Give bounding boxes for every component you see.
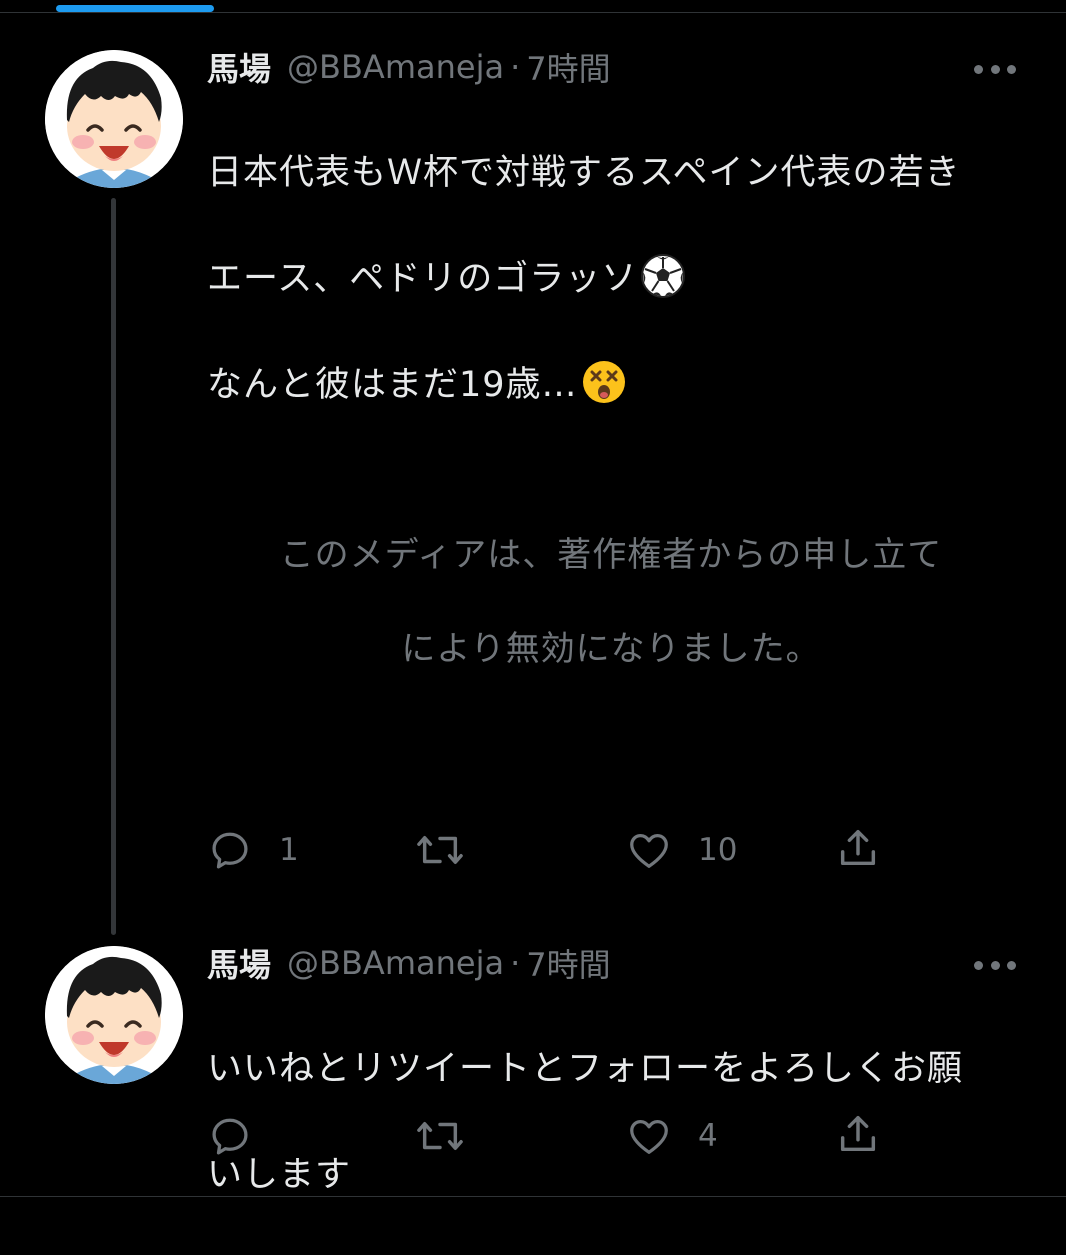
- avatar[interactable]: [45, 946, 183, 1084]
- more-options-icon[interactable]: [974, 62, 1016, 76]
- top-divider: [0, 12, 1066, 13]
- retweet-icon: [417, 836, 463, 864]
- reply-icon: [212, 1118, 248, 1155]
- active-tab-indicator: [56, 5, 214, 12]
- author-name[interactable]: 馬場: [207, 44, 271, 90]
- like-icon: [630, 833, 668, 868]
- like-button[interactable]: 4: [626, 1113, 718, 1159]
- dizzy-face-emoji: [582, 361, 625, 403]
- reply-button[interactable]: [207, 1113, 253, 1159]
- more-options-icon[interactable]: [974, 958, 1016, 972]
- tweet-text-line: エース、ペドリのゴラッソ: [207, 253, 1007, 306]
- soccer-ball-emoji: [641, 254, 686, 298]
- timestamp[interactable]: 7時間: [526, 940, 610, 986]
- bottom-divider: [0, 1196, 1066, 1197]
- tweet-text-line: なんと彼はまだ19歳…: [207, 359, 1007, 412]
- share-button[interactable]: [835, 825, 881, 871]
- notice-line: このメディアは、著作権者からの申し立て: [279, 535, 943, 575]
- tweet-header: 馬場 @BBAmaneja · 7時間: [207, 44, 611, 90]
- reply-button[interactable]: 1: [207, 827, 299, 873]
- like-button[interactable]: 10: [626, 827, 737, 873]
- share-button[interactable]: [835, 1111, 881, 1157]
- tweet-header: 馬場 @BBAmaneja · 7時間: [207, 940, 611, 986]
- like-count: 10: [698, 832, 738, 868]
- retweet-icon: [417, 1122, 463, 1150]
- retweet-button[interactable]: [414, 827, 466, 873]
- retweet-button[interactable]: [414, 1113, 466, 1159]
- author-handle[interactable]: @BBAmaneja: [287, 48, 504, 86]
- share-icon: [840, 1115, 876, 1152]
- tweet-text-line: いします: [207, 1155, 352, 1195]
- notice-line: により無効になりました。: [401, 629, 821, 669]
- like-count: 4: [698, 1118, 718, 1154]
- tweet-text-line: 日本代表もＷ杯で対戦するスペイン代表の若き: [207, 153, 961, 193]
- share-icon: [840, 829, 876, 866]
- timestamp[interactable]: 7時間: [526, 44, 610, 90]
- like-icon: [630, 1119, 668, 1154]
- tweet-text-line: いいねとリツイートとフォローをよろしくお願: [207, 1049, 964, 1089]
- tweet-text-segment: なんと彼はまだ19歳…: [207, 365, 578, 405]
- media-unavailable-notice: このメディアは、著作権者からの申し立て により無効になりました。: [207, 485, 1015, 720]
- avatar[interactable]: [45, 50, 183, 188]
- tweet-text: 日本代表もＷ杯で対戦するスペイン代表の若き エース、ペドリのゴラッソ なんと彼は…: [207, 94, 1007, 465]
- reply-count: 1: [279, 832, 299, 868]
- author-name[interactable]: 馬場: [207, 940, 271, 986]
- thread-connector-line: [111, 198, 116, 935]
- author-handle[interactable]: @BBAmaneja: [287, 944, 504, 982]
- reply-icon: [212, 832, 248, 869]
- tweet-text-segment: エース、ペドリのゴラッソ: [207, 259, 638, 299]
- separator-dot: ·: [510, 944, 521, 982]
- tweet-text: いいねとリツイートとフォローをよろしくお願 いします: [207, 990, 1007, 1255]
- separator-dot: ·: [510, 48, 521, 86]
